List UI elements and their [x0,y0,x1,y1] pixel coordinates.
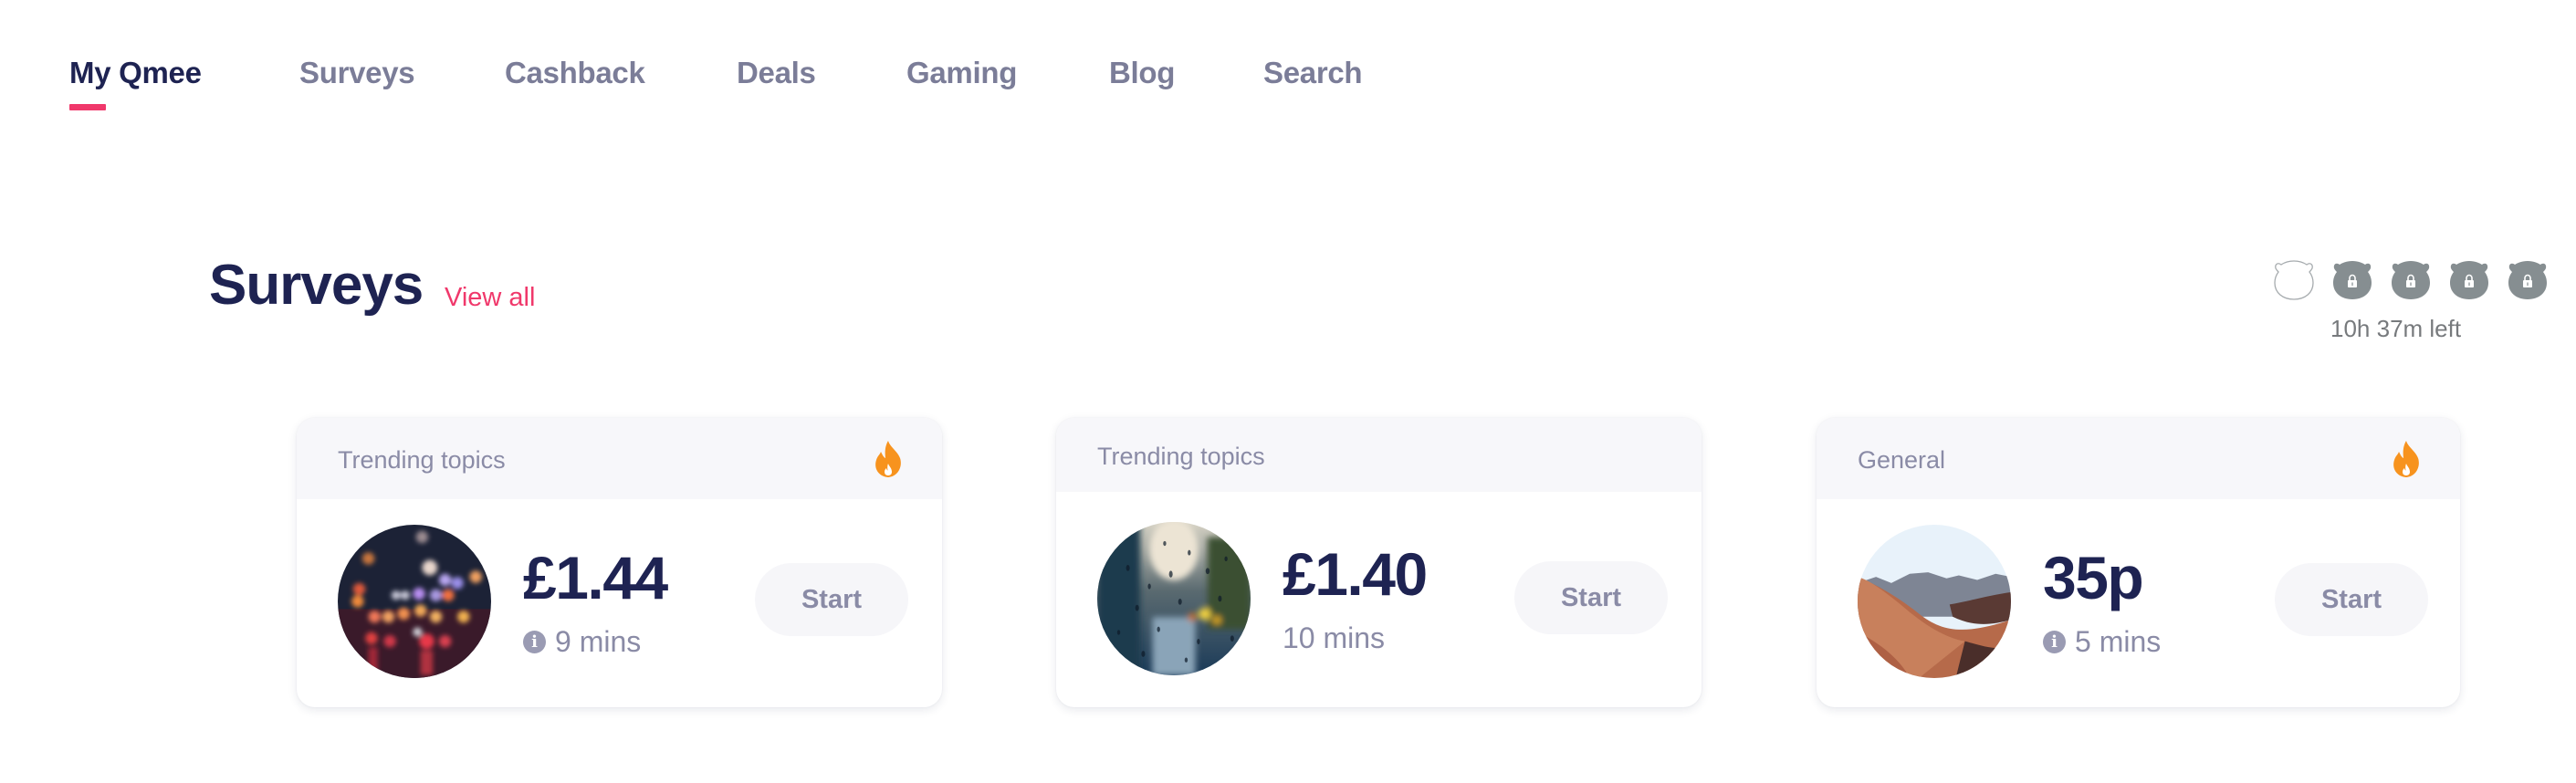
bear-outline-icon [2274,260,2314,300]
flame-icon [875,441,901,477]
view-all-link[interactable]: View all [445,281,535,314]
nav-item-surveys[interactable]: Surveys [299,55,415,91]
survey-duration: 10 mins [1283,621,1385,655]
info-icon[interactable]: i [2043,630,2066,653]
bear-lock-icon [2333,261,2372,299]
duration-text: 5 mins [2075,625,2162,658]
nav-item-blog[interactable]: Blog [1109,55,1175,91]
survey-thumbnail [1097,522,1251,675]
survey-reward: £1.40 [1283,540,1428,608]
survey-thumbnail [1858,525,2011,678]
nav-item-gaming[interactable]: Gaming [906,55,1017,91]
survey-reward: 35p [2043,544,2144,611]
nav-item-cashback[interactable]: Cashback [505,55,645,91]
bear-lock-icon [2508,261,2547,299]
survey-duration: i 9 mins [523,624,641,659]
nav-item-my-qmee[interactable]: My Qmee [69,55,202,91]
survey-thumbnail [338,525,491,678]
survey-category: Trending topics [1097,443,1265,470]
start-survey-button[interactable]: Start [2275,563,2428,636]
survey-duration: i 5 mins [2043,624,2161,659]
survey-reward: £1.44 [523,544,668,611]
card-header: Trending topics [1056,418,1702,492]
streak-tracker: 10h 37m left [2273,257,2574,349]
duration-text: 10 mins [1283,621,1386,654]
bear-lock-icon [2450,261,2488,299]
streak-time-left: 10h 37m left [2330,315,2462,342]
start-survey-button[interactable]: Start [1514,561,1668,634]
survey-category: Trending topics [338,446,506,474]
survey-card[interactable]: General 35p i 5 mins Start [1817,418,2460,707]
section-title: Surveys [209,254,424,317]
bear-lock-icon [2392,261,2430,299]
survey-category: General [1858,446,1946,474]
duration-text: 9 mins [555,625,642,658]
card-header: Trending topics [297,418,942,499]
info-icon[interactable]: i [523,630,546,653]
survey-card[interactable]: Trending topics [1056,418,1702,707]
card-header: General [1817,418,2460,499]
survey-card[interactable]: Trending topics [297,418,942,707]
active-tab-indicator [69,104,106,110]
nav-item-search[interactable]: Search [1263,55,1363,91]
flame-icon [2393,441,2419,477]
nav-item-deals[interactable]: Deals [737,55,816,91]
start-survey-button[interactable]: Start [755,563,908,636]
